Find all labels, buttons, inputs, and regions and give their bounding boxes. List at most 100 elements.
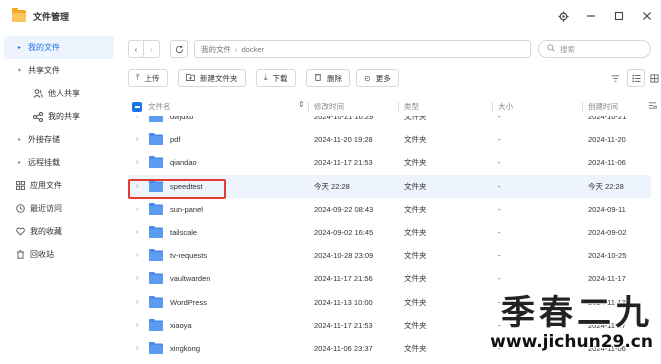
file-name: xiaoya [170, 320, 192, 330]
chevron-right-icon[interactable]: › [136, 252, 138, 259]
download-button[interactable]: ⤓ 下载 [256, 69, 296, 87]
modified-time: 2024-11-06 23:37 [314, 344, 373, 353]
caret-right-icon: ▸ [18, 160, 22, 166]
upload-button[interactable]: ⤒ 上传 [128, 69, 168, 87]
sidebar-item-favorites[interactable]: 我的收藏 [4, 220, 114, 243]
file-name: tv-requests [170, 251, 208, 261]
download-label: 下载 [272, 73, 288, 83]
file-type: 文件夹 [404, 116, 427, 121]
breadcrumb-root[interactable]: 我的文件 [201, 44, 231, 55]
file-size: - [498, 135, 501, 145]
delete-button[interactable]: 删除 [306, 69, 350, 87]
table-row[interactable]: › xiaoya 2024-11-17 21:53 文件夹 - 2024-11-17 [128, 314, 651, 337]
sidebar-item-app-files[interactable]: 应用文件 [4, 174, 114, 197]
trash-icon [14, 250, 26, 259]
file-size: - [498, 297, 501, 307]
refresh-button[interactable] [170, 40, 188, 58]
chevron-right-icon[interactable]: › [136, 229, 138, 236]
users-icon [32, 89, 44, 98]
back-button[interactable]: ‹ [128, 40, 144, 58]
sidebar-item-label: 远程挂载 [28, 158, 60, 167]
created-time: 2024-10-25 [588, 251, 627, 261]
table-row[interactable]: › sun-panel 2024-09-22 08:43 文件夹 - 2024-09-11 [128, 198, 651, 221]
grid-view-button[interactable] [645, 69, 661, 87]
table-row[interactable]: › speedtest 今天 22:28 文件夹 - 今天 22:28 [128, 174, 651, 198]
created-time: 2024-11-13 [588, 297, 626, 307]
chevron-right-icon[interactable]: › [136, 136, 138, 143]
new-folder-button[interactable]: 新建文件夹 [178, 69, 246, 87]
sort-lines-icon [611, 74, 619, 82]
table-row[interactable]: › tv-requests 2024-10-28 23:09 文件夹 - 2024-10-… [128, 244, 651, 267]
sidebar-item-recycle-bin[interactable]: 回收站 [4, 243, 114, 266]
title-bar: 文件管理 [0, 0, 661, 32]
header-modified[interactable]: 修改时间 [314, 101, 344, 112]
table-row[interactable]: › pdf 2024-11-20 19:28 文件夹 - 2024-11-20 [128, 128, 651, 151]
table-row[interactable]: › WordPress 2024-11-13 10:00 文件夹 - 2024-11-13 [128, 291, 651, 314]
sidebar-item-label: 应用文件 [30, 181, 62, 190]
select-all-checkbox[interactable] [132, 102, 142, 112]
chevron-right-icon[interactable]: › [136, 206, 138, 213]
folder-icon [149, 295, 163, 308]
folder-icon [149, 272, 163, 285]
sort-view-button[interactable] [606, 69, 624, 87]
forward-button[interactable]: › [144, 40, 160, 58]
app-title: 文件管理 [33, 11, 70, 22]
settings-gear-icon[interactable] [552, 5, 574, 27]
file-type: 文件夹 [404, 158, 427, 168]
folder-icon [149, 249, 163, 262]
sidebar-item-shared-files[interactable]: ▾ 共享文件 [4, 59, 114, 82]
table-row[interactable]: › xingkong 2024-11-06 23:37 文件夹 - 2024-11-06 [128, 337, 651, 360]
chevron-right-icon[interactable]: › [136, 275, 138, 282]
close-icon[interactable] [636, 5, 658, 27]
upload-icon: ⤒ [136, 73, 140, 82]
list-view-icon [631, 74, 641, 82]
trash-icon [314, 73, 322, 83]
sidebar-item-my-shares[interactable]: 我的共享 [4, 105, 114, 128]
sort-updown-icon[interactable]: ⇕ [298, 100, 305, 109]
created-time: 2024-11-17 [588, 274, 626, 284]
file-size: - [498, 116, 501, 121]
modified-time: 2024-11-20 19:28 [314, 135, 373, 145]
chevron-right-icon: › [150, 44, 153, 54]
list-view-button[interactable] [627, 69, 645, 87]
main-panel: ‹ › 我的文件 › docker 搜索 ⤒ 上传 新建文件夹 ⤓ 下载 删除 … [118, 32, 661, 364]
sidebar-item-recent[interactable]: 最近访问 [4, 197, 114, 220]
file-type: 文件夹 [404, 320, 427, 330]
folder-icon [149, 116, 163, 122]
header-type[interactable]: 类型 [404, 101, 419, 112]
more-button[interactable]: ⊙ 更多 [356, 69, 399, 87]
column-settings-icon[interactable] [648, 101, 657, 112]
breadcrumb-current[interactable]: docker [242, 45, 265, 54]
chevron-right-icon[interactable]: › [136, 116, 138, 120]
table-row[interactable]: › tailscale 2024-09-02 16:45 文件夹 - 2024-09-02 [128, 221, 651, 244]
sidebar-item-external-storage[interactable]: ▸ 外接存储 [4, 128, 114, 151]
created-time: 2024-11-17 [588, 320, 626, 330]
upload-label: 上传 [144, 73, 160, 83]
minimize-icon[interactable] [580, 5, 602, 27]
search-icon [547, 44, 555, 54]
breadcrumb[interactable]: 我的文件 › docker [194, 40, 531, 58]
header-name[interactable]: 文件名 [148, 101, 171, 112]
sidebar-item-shared-by-others[interactable]: 他人共享 [4, 82, 114, 105]
file-type: 文件夹 [404, 274, 427, 284]
sidebar-item-remote-mount[interactable]: ▸ 远程挂载 [4, 151, 114, 174]
chevron-right-icon[interactable]: › [136, 183, 138, 190]
chevron-right-icon[interactable]: › [136, 322, 138, 329]
modified-time: 2024-11-17 21:53 [314, 320, 373, 330]
table-row[interactable]: › qiandao 2024-11-17 21:53 文件夹 - 2024-11-06 [128, 151, 651, 174]
file-name: sun-panel [170, 204, 203, 214]
folder-icon [149, 156, 163, 169]
chevron-right-icon[interactable]: › [136, 299, 138, 306]
maximize-icon[interactable] [608, 5, 630, 27]
header-size[interactable]: 大小 [498, 101, 513, 112]
table-row[interactable]: › vaultwarden 2024-11-17 21:56 文件夹 - 2024-11-… [128, 267, 651, 290]
table-row[interactable]: › dwjdxb 2024-10-21 10:29 文件夹 - 2024-10-21 [128, 116, 651, 128]
header-created[interactable]: 创建时间 [588, 101, 618, 112]
sidebar-item-my-files[interactable]: ▸ 我的文件 [4, 36, 114, 59]
file-size: - [498, 228, 501, 237]
search-input[interactable]: 搜索 [538, 40, 651, 58]
chevron-right-icon[interactable]: › [136, 159, 138, 166]
sidebar-item-label: 我的共享 [48, 112, 80, 121]
file-size: - [498, 251, 501, 261]
chevron-right-icon[interactable]: › [136, 345, 138, 352]
